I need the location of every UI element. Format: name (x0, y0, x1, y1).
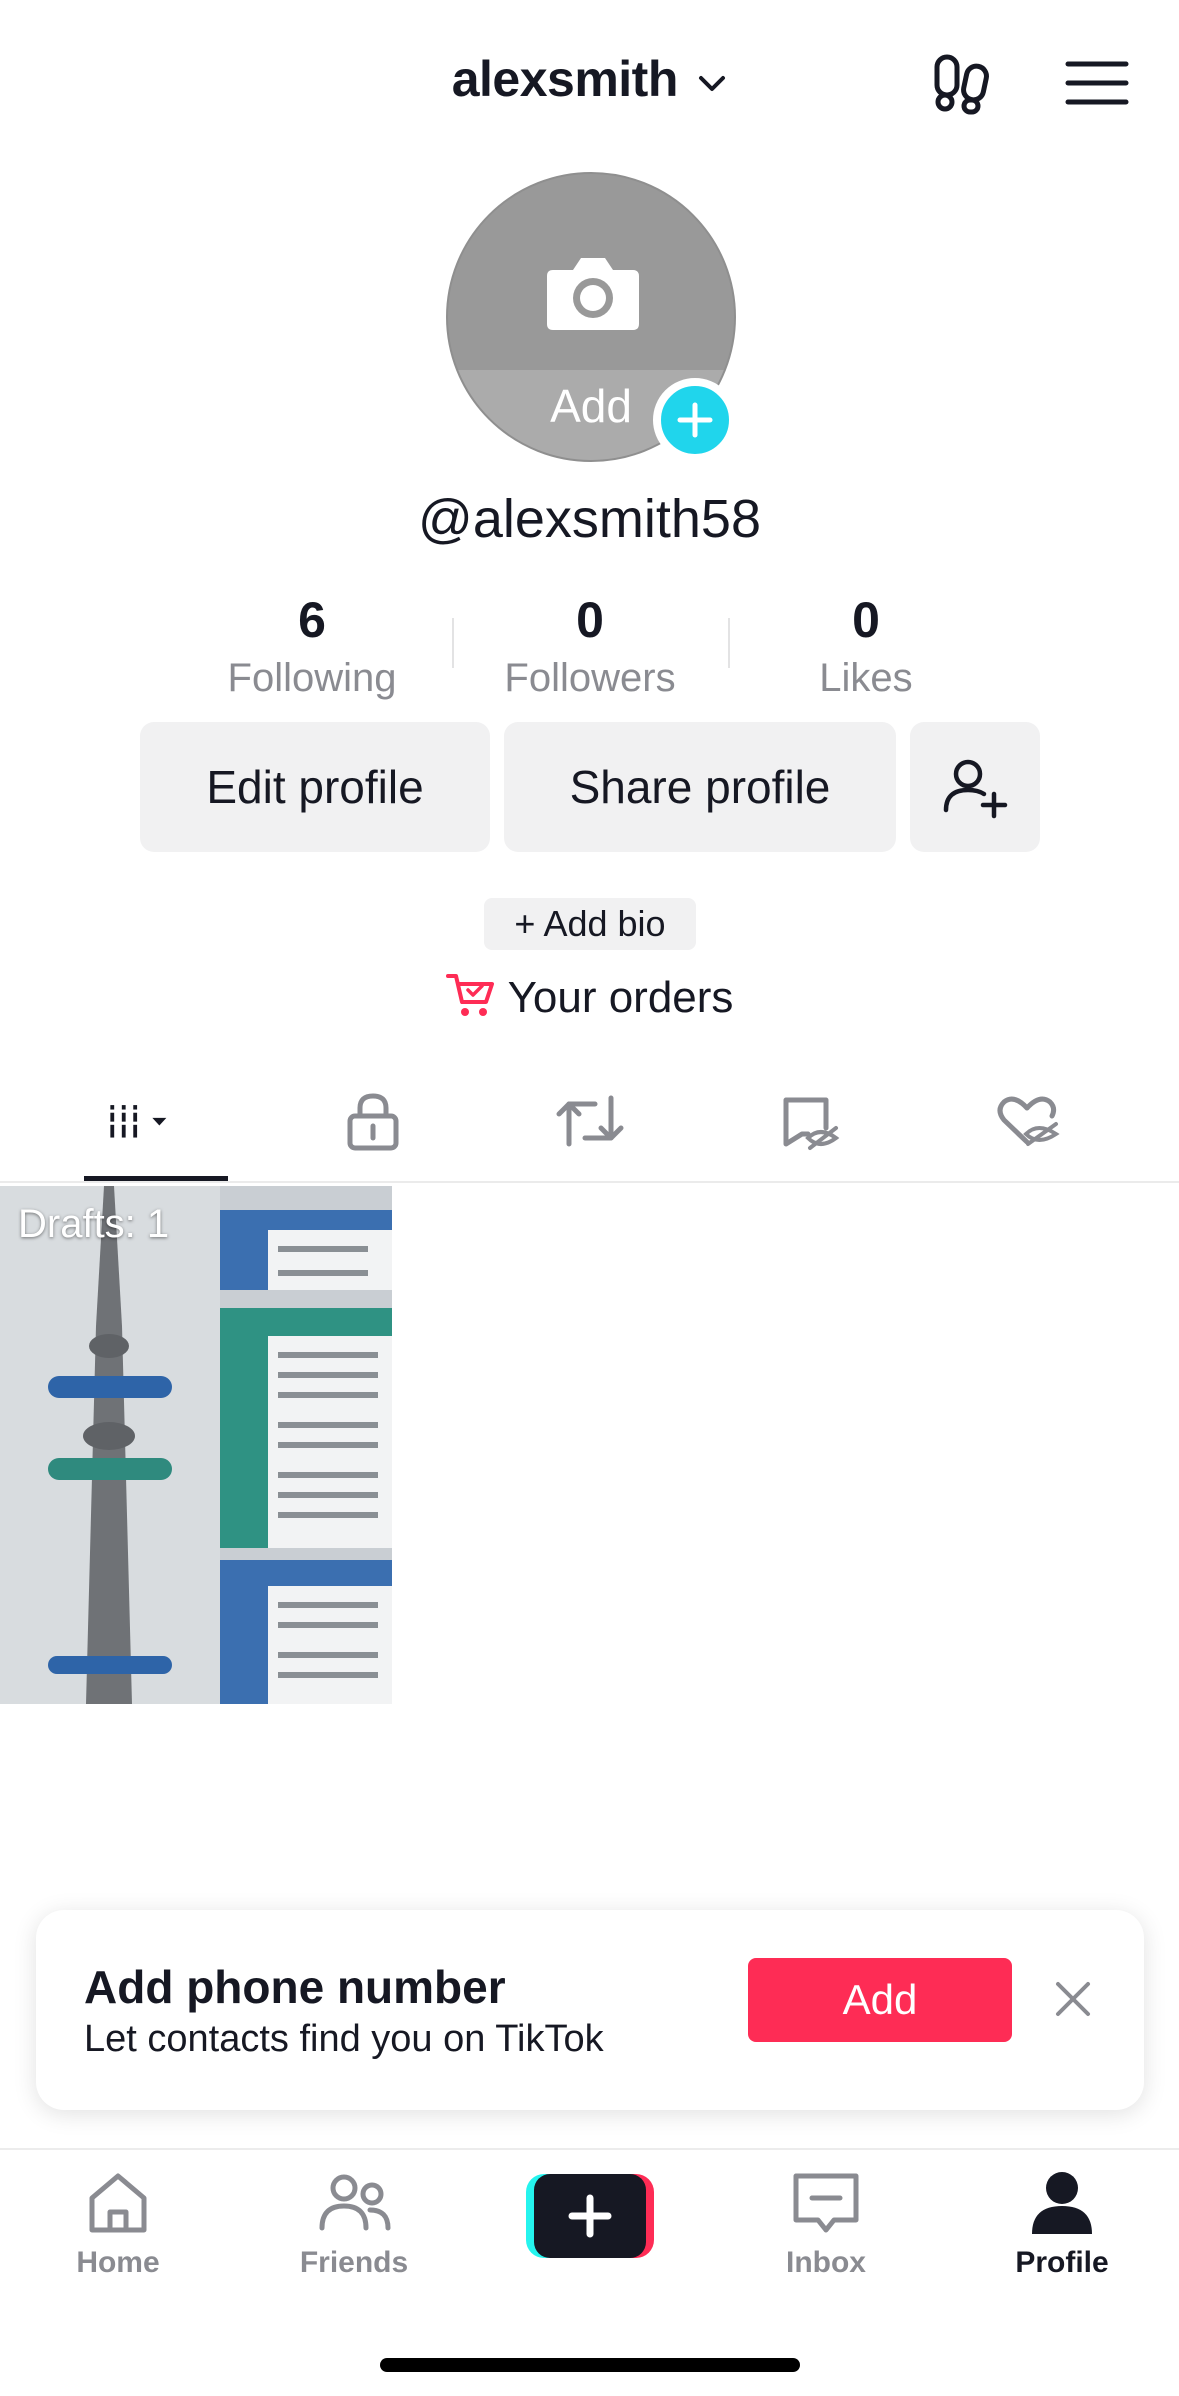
stat-value: 0 (576, 592, 604, 648)
stat-label: Followers (504, 656, 676, 700)
favorites-hidden-icon[interactable] (774, 1086, 844, 1156)
cart-icon (445, 974, 494, 1016)
draft-preview-image (0, 1186, 392, 1704)
footprints-icon[interactable] (928, 48, 998, 118)
add-bio-button[interactable]: + Add bio (484, 898, 696, 950)
reposts-icon[interactable] (555, 1086, 625, 1156)
home-icon (89, 2173, 147, 2233)
edit-profile-button[interactable]: Edit profile (140, 722, 490, 852)
nav-friends-label: Friends (299, 2246, 409, 2279)
stat-label: Following (227, 656, 397, 700)
stat-divider (728, 618, 730, 668)
nav-home-label: Home (76, 2246, 160, 2279)
profile-icon (1032, 2172, 1092, 2234)
phone-card-title: Add phone number (84, 1961, 506, 2013)
stat-value: 0 (852, 592, 880, 648)
friends-icon (319, 2174, 391, 2231)
stat-divider (452, 618, 454, 668)
inbox-icon (793, 2173, 859, 2233)
liked-hidden-icon[interactable] (992, 1086, 1062, 1156)
home-indicator (380, 2358, 800, 2372)
nav-divider (0, 2148, 1179, 2150)
add-user-icon (943, 759, 1008, 819)
nav-inbox-label: Inbox (786, 2246, 866, 2279)
add-friends-button[interactable] (910, 722, 1040, 852)
profile-username-switcher[interactable]: alexsmith (0, 50, 1179, 108)
stat-likes[interactable]: 0 Likes (736, 590, 996, 706)
close-icon[interactable] (1050, 1976, 1096, 2022)
nav-profile-label: Profile (1015, 2246, 1109, 2279)
create-button[interactable] (526, 2174, 654, 2258)
stat-followers[interactable]: 0 Followers (460, 590, 720, 706)
profile-handle: @alexsmith58 (418, 489, 761, 549)
plus-icon (677, 402, 713, 438)
videos-grid-icon[interactable] (104, 1086, 174, 1156)
nav-profile[interactable]: Profile (962, 2168, 1162, 2280)
nav-inbox[interactable]: Inbox (726, 2168, 926, 2280)
add-phone-button[interactable]: Add (748, 1958, 1012, 2042)
add-avatar-button[interactable] (653, 378, 737, 462)
orders-label: Your orders (507, 973, 734, 1022)
add-phone-card: Add phone number Let contacts find you o… (36, 1910, 1144, 2110)
tabs-divider (0, 1181, 1179, 1183)
nav-home[interactable]: Home (18, 2168, 218, 2280)
stat-label: Likes (819, 656, 913, 700)
camera-icon (547, 258, 639, 330)
phone-card-subtitle: Let contacts find you on TikTok (84, 2018, 604, 2060)
nav-friends[interactable]: Friends (254, 2168, 454, 2280)
draft-thumbnail[interactable]: Drafts: 1 (0, 1186, 392, 1704)
chevron-down-icon (699, 75, 726, 91)
drafts-count-label: Drafts: 1 (18, 1202, 170, 1246)
stat-following[interactable]: 6 Following (182, 590, 442, 706)
share-profile-button[interactable]: Share profile (504, 722, 896, 852)
stat-value: 6 (298, 592, 326, 648)
menu-icon[interactable] (1062, 48, 1132, 118)
private-lock-icon[interactable] (338, 1086, 408, 1156)
username-label: alexsmith (451, 51, 679, 107)
your-orders-link[interactable]: Your orders (0, 972, 1179, 1023)
